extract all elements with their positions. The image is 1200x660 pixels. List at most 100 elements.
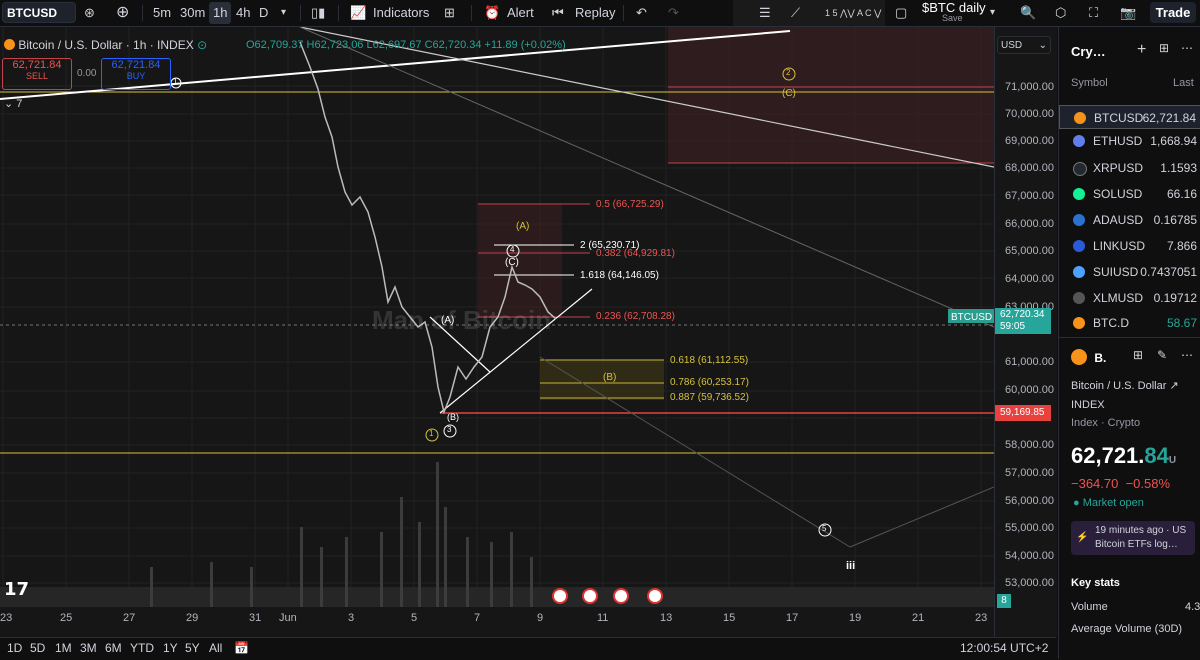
fib-retracement-icon[interactable]: ☰	[759, 0, 771, 26]
undo-icon[interactable]: ↶	[636, 0, 647, 26]
footer-badge[interactable]: 8	[997, 594, 1011, 608]
watchlist-row[interactable]: BTC.D 58.67	[1059, 311, 1200, 335]
date-range-icon[interactable]: 📅	[234, 641, 249, 655]
time-tick: 11	[597, 612, 609, 624]
range-5y[interactable]: 5Y	[185, 641, 200, 655]
watchlist-row[interactable]: SUIUSD 0.7437051	[1059, 260, 1200, 284]
price-tick: 69,000.00	[1005, 135, 1054, 147]
symbol-search-button[interactable]: BTCUSD	[2, 2, 76, 23]
time-tick: 13	[660, 612, 673, 624]
camera-icon[interactable]: 📷	[1120, 0, 1136, 26]
quick-search-icon[interactable]: 🔍	[1020, 0, 1036, 26]
more-icon[interactable]: ⋯	[1181, 41, 1193, 55]
elliott-wave-icon[interactable]: 1 5 ⋀⋁	[825, 0, 855, 26]
replay-button[interactable]: Replay	[575, 0, 615, 26]
indicators-button[interactable]: Indicators	[373, 0, 429, 26]
tradingview-logo[interactable]: 𝟭𝟳	[4, 579, 29, 600]
abc-wave-icon[interactable]: A C ⋁	[857, 0, 881, 26]
wave-label: (C)	[505, 257, 519, 268]
watchlist-title[interactable]: Cry…	[1071, 44, 1106, 59]
watchlist-row[interactable]: XLMUSD 0.19712	[1059, 286, 1200, 310]
indicators-icon[interactable]: 📈	[350, 0, 366, 26]
interval-dropdown-icon[interactable]: ▾	[281, 0, 286, 26]
watchlist-row[interactable]: LINKUSD 7.866	[1059, 234, 1200, 258]
layout-dropdown-icon[interactable]: ▾	[990, 0, 995, 26]
range-3m[interactable]: 3M	[80, 641, 97, 655]
buy-button[interactable]: 62,721.84 BUY	[101, 58, 171, 90]
range-1y[interactable]: 1Y	[163, 641, 178, 655]
settings-icon[interactable]: ⬡	[1055, 0, 1066, 26]
current-price-label: 62,720.34 59:05	[995, 308, 1051, 334]
range-all[interactable]: All	[209, 641, 222, 655]
price-axis[interactable]: USD ⌄ 71,000.00 70,000.00 69,000.00 68,0…	[994, 27, 1057, 637]
time-tick: 19	[849, 612, 862, 624]
watchlist-layout-icon[interactable]: ⊞	[1159, 41, 1169, 55]
fib-label: 0.5 (66,725.29)	[596, 199, 664, 210]
range-ytd[interactable]: YTD	[130, 641, 154, 655]
spread-value: 0.00	[77, 68, 97, 79]
external-link-icon: ↗	[1169, 380, 1179, 392]
wave-label: (B)	[447, 412, 459, 422]
news-card[interactable]: ⚡ 19 minutes ago · US Bitcoin ETFs log…	[1071, 521, 1195, 555]
trend-angle-icon[interactable]: ⟋	[791, 0, 800, 26]
xrp-icon	[1073, 162, 1087, 176]
range-5d[interactable]: 5D	[30, 641, 45, 655]
replay-icon[interactable]: ⏮	[552, 0, 564, 26]
wave-label: (A)	[441, 315, 455, 326]
interval-d[interactable]: D	[259, 0, 268, 26]
watchlist-row[interactable]: ADAUSD 0.16785	[1059, 208, 1200, 232]
candle-style-icon[interactable]: ▯▮	[311, 0, 325, 26]
fullscreen-icon[interactable]: ⛶	[1089, 0, 1098, 26]
watchlist-row[interactable]: BTCUSD 62,721.84	[1059, 105, 1200, 129]
legend-symbol-title: Bitcoin / U.S. Dollar · 1h · INDEX	[18, 38, 194, 52]
interval-30m[interactable]: 30m	[180, 0, 205, 26]
sell-button[interactable]: 62,721.84 SELL	[2, 58, 72, 90]
range-1m[interactable]: 1M	[55, 641, 72, 655]
indicator-toggle[interactable]: ⌄ 7	[4, 97, 22, 110]
templates-icon[interactable]: ⊞	[444, 0, 455, 26]
column-header-last[interactable]: Last	[1173, 77, 1194, 89]
legend-ohlc: O62,709.37 H62,723.06 L62,697.67 C62,720…	[246, 39, 566, 51]
details-name[interactable]: Bitcoin / U.S. Dollar ↗	[1071, 379, 1179, 392]
time-tick: 5	[411, 612, 418, 624]
interval-1h[interactable]: 1h	[209, 2, 232, 24]
details-price: 62,721.84U	[1071, 443, 1177, 468]
link-icon	[1073, 240, 1085, 252]
compare-icon[interactable]: ⊛	[84, 0, 95, 26]
range-6m[interactable]: 6M	[105, 641, 122, 655]
price-tick: 57,000.00	[1005, 467, 1054, 479]
interval-5m[interactable]: 5m	[153, 0, 171, 26]
more-icon[interactable]: ⋯	[1181, 348, 1193, 362]
add-symbol-icon[interactable]: +	[1137, 41, 1146, 59]
range-1d[interactable]: 1D	[7, 641, 22, 655]
chevron-down-icon: ⌄	[1038, 40, 1047, 51]
layout-icon[interactable]: ▢	[895, 0, 907, 26]
layout-save-label[interactable]: Save	[942, 13, 963, 23]
redo-icon[interactable]: ↷	[668, 0, 679, 26]
watchlist-row[interactable]: ETHUSD 1,668.94	[1059, 129, 1200, 153]
watchlist-row[interactable]: SOLUSD 66.16	[1059, 182, 1200, 206]
details-category: Index · Crypto	[1071, 417, 1141, 429]
price-tick: 71,000.00	[1005, 81, 1054, 93]
time-tick: 3	[348, 612, 355, 624]
clock[interactable]: 12:00:54 UTC+2	[960, 641, 1048, 655]
wave-label: iii	[846, 560, 856, 572]
btc-icon	[1074, 112, 1086, 124]
column-header-symbol[interactable]: Symbol	[1071, 77, 1108, 89]
currency-selector[interactable]: USD ⌄	[997, 36, 1051, 54]
wave-label: 5	[822, 524, 827, 533]
interval-4h[interactable]: 4h	[236, 0, 250, 26]
status-dot-icon: ●	[1073, 497, 1080, 509]
grid-icon[interactable]: ⊞	[1133, 348, 1143, 362]
price-tick: 55,000.00	[1005, 522, 1054, 534]
chart-pane[interactable]: Bitcoin / U.S. Dollar · 1h · INDEX ⊙ O62…	[0, 27, 994, 637]
watchlist-row[interactable]: XRPUSD 1.1593	[1059, 156, 1200, 180]
add-symbol-icon[interactable]: ⊕	[116, 0, 129, 26]
trade-button[interactable]: Trade	[1150, 2, 1196, 23]
alert-icon[interactable]: ⏰	[484, 0, 500, 26]
price-tick: 56,000.00	[1005, 495, 1054, 507]
time-tick: 7	[474, 612, 481, 624]
legend-title[interactable]: Bitcoin / U.S. Dollar · 1h · INDEX ⊙	[4, 38, 207, 52]
alert-button[interactable]: Alert	[507, 0, 534, 26]
edit-icon[interactable]: ✎	[1157, 348, 1167, 362]
